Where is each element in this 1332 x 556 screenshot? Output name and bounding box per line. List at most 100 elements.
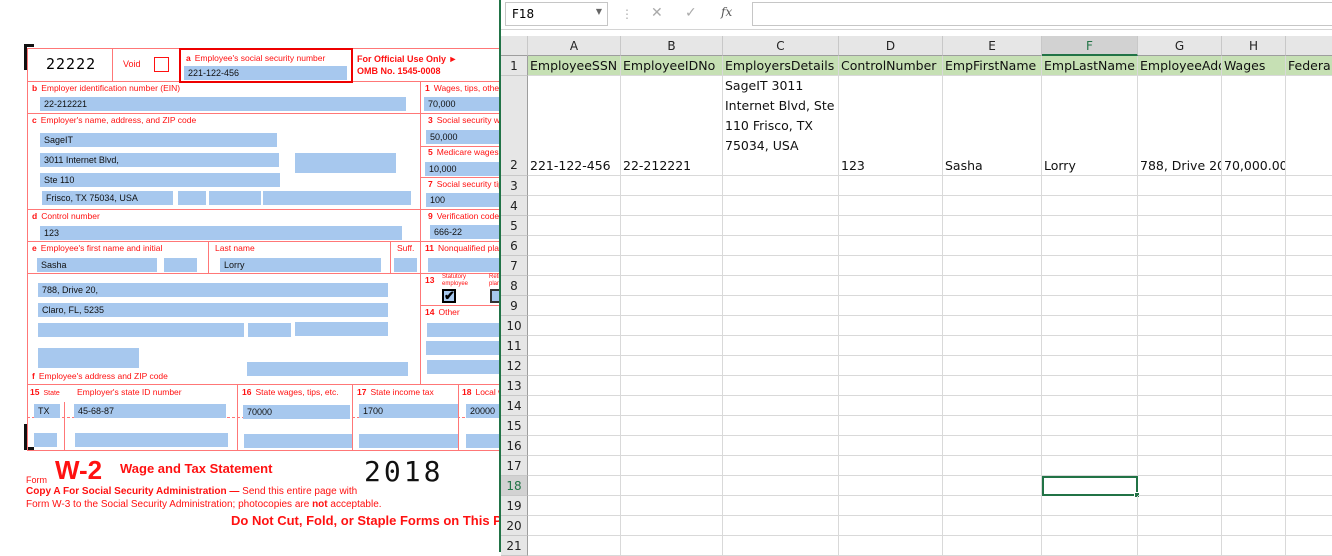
- cell[interactable]: [839, 396, 943, 416]
- cell[interactable]: [528, 316, 621, 336]
- cell[interactable]: [839, 196, 943, 216]
- ssn-field[interactable]: 221-122-456: [184, 66, 347, 80]
- employer-field[interactable]: [209, 191, 261, 205]
- cell[interactable]: [621, 196, 723, 216]
- cell[interactable]: [528, 256, 621, 276]
- cell[interactable]: [839, 176, 943, 196]
- cell[interactable]: [723, 416, 839, 436]
- cell[interactable]: [1286, 316, 1332, 336]
- cell[interactable]: [1138, 496, 1222, 516]
- cell[interactable]: [621, 176, 723, 196]
- cell[interactable]: [943, 516, 1042, 536]
- cell[interactable]: [528, 376, 621, 396]
- cell[interactable]: [1286, 436, 1332, 456]
- state-field[interactable]: TX: [34, 404, 60, 418]
- cell[interactable]: [1138, 176, 1222, 196]
- cell[interactable]: [621, 296, 723, 316]
- employee-address-line2[interactable]: Claro, FL, 5235: [38, 303, 388, 317]
- cell[interactable]: [723, 256, 839, 276]
- cell[interactable]: [621, 356, 723, 376]
- cell[interactable]: [839, 356, 943, 376]
- row-header[interactable]: 21: [501, 536, 528, 556]
- row-header[interactable]: 8: [501, 276, 528, 296]
- initial-field[interactable]: [164, 258, 197, 272]
- cell[interactable]: [621, 256, 723, 276]
- cell[interactable]: [1222, 376, 1286, 396]
- cell[interactable]: [1042, 296, 1138, 316]
- employee-address-field[interactable]: [295, 322, 388, 336]
- row-header[interactable]: 7: [501, 256, 528, 276]
- cell[interactable]: [528, 516, 621, 536]
- row-header[interactable]: 6: [501, 236, 528, 256]
- void-checkbox[interactable]: [154, 57, 169, 72]
- cell[interactable]: [1286, 336, 1332, 356]
- cell[interactable]: [839, 436, 943, 456]
- cell[interactable]: [1286, 476, 1332, 496]
- cell[interactable]: [1222, 496, 1286, 516]
- employer-extra-field[interactable]: [295, 153, 396, 173]
- cell[interactable]: 22-212221: [621, 76, 723, 176]
- cell[interactable]: [528, 476, 621, 496]
- select-all-corner[interactable]: [501, 36, 528, 56]
- cell[interactable]: [839, 476, 943, 496]
- row-header[interactable]: 17: [501, 456, 528, 476]
- cell[interactable]: [1286, 256, 1332, 276]
- cell[interactable]: [1042, 316, 1138, 336]
- cell[interactable]: [839, 216, 943, 236]
- cell[interactable]: [839, 496, 943, 516]
- row-header[interactable]: 13: [501, 376, 528, 396]
- cell[interactable]: [943, 196, 1042, 216]
- row-header[interactable]: 5: [501, 216, 528, 236]
- row-header[interactable]: 15: [501, 416, 528, 436]
- cell[interactable]: [723, 396, 839, 416]
- cell[interactable]: [1286, 76, 1332, 176]
- control-number-field[interactable]: 123: [40, 226, 402, 240]
- cell[interactable]: [943, 396, 1042, 416]
- row-header[interactable]: 1: [501, 56, 528, 76]
- row-header[interactable]: 20: [501, 516, 528, 536]
- last-name-field[interactable]: Lorry: [220, 258, 381, 272]
- cell[interactable]: [1286, 236, 1332, 256]
- row-header[interactable]: 2: [501, 76, 528, 176]
- header-cell[interactable]: EmpLastName: [1042, 56, 1138, 76]
- cell[interactable]: [723, 176, 839, 196]
- cell[interactable]: [621, 276, 723, 296]
- cell[interactable]: [528, 456, 621, 476]
- cell[interactable]: [723, 276, 839, 296]
- employer-field[interactable]: [263, 191, 411, 205]
- column-header[interactable]: A: [528, 36, 621, 56]
- cancel-icon[interactable]: ✕: [651, 5, 663, 21]
- cell[interactable]: [621, 236, 723, 256]
- cell[interactable]: [621, 416, 723, 436]
- cell[interactable]: [1222, 436, 1286, 456]
- cell[interactable]: [943, 256, 1042, 276]
- cell[interactable]: Lorry: [1042, 76, 1138, 176]
- cell[interactable]: [1286, 536, 1332, 556]
- cell[interactable]: [1042, 496, 1138, 516]
- cell[interactable]: [1222, 176, 1286, 196]
- cell[interactable]: [1138, 216, 1222, 236]
- cell[interactable]: [528, 436, 621, 456]
- cell[interactable]: [839, 416, 943, 436]
- cell[interactable]: [1042, 236, 1138, 256]
- employer-field[interactable]: [178, 191, 206, 205]
- cell[interactable]: SageIT 3011 Internet Blvd, Ste 110 Frisco,…: [723, 76, 839, 176]
- box18-field[interactable]: 20000: [466, 404, 500, 418]
- cell[interactable]: 221-122-456: [528, 76, 621, 176]
- cell[interactable]: [723, 376, 839, 396]
- cell[interactable]: [943, 236, 1042, 256]
- cell[interactable]: [723, 436, 839, 456]
- suffix-field[interactable]: [394, 258, 417, 272]
- row-header[interactable]: 16: [501, 436, 528, 456]
- cell[interactable]: [943, 336, 1042, 356]
- row-header[interactable]: 4: [501, 196, 528, 216]
- cell[interactable]: [621, 536, 723, 556]
- box17-field-2[interactable]: [359, 434, 458, 448]
- cell[interactable]: Sasha: [943, 76, 1042, 176]
- cell[interactable]: [1286, 456, 1332, 476]
- cell[interactable]: [943, 216, 1042, 236]
- cell[interactable]: [528, 176, 621, 196]
- cell[interactable]: [1042, 416, 1138, 436]
- cell[interactable]: [1222, 536, 1286, 556]
- cell[interactable]: [1138, 476, 1222, 496]
